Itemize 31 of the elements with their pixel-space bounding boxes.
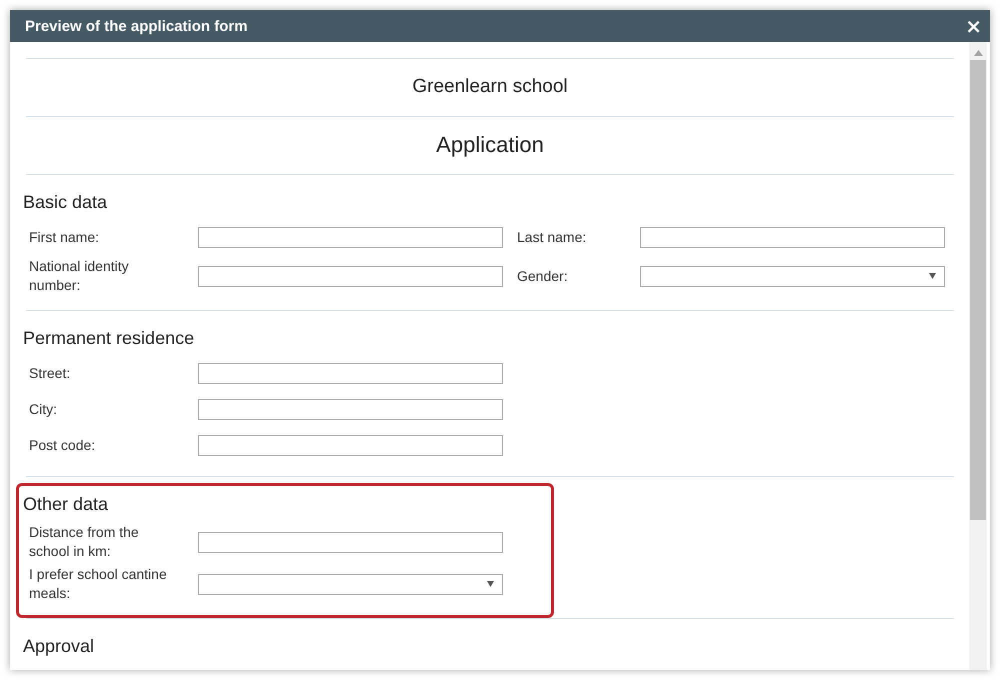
scroll-up-icon[interactable] [974,50,982,56]
section-title: Basic data [23,191,108,213]
input-field[interactable] [640,226,945,248]
section-title: Other data [23,493,110,515]
input-field[interactable] [198,398,503,420]
field-label: First name: [29,228,100,246]
caret-icon [487,581,494,587]
dropdown-field[interactable] [640,266,945,286]
field-label: National identity number: [29,257,130,295]
scrollbar-thumb[interactable] [970,60,986,520]
field-label: Street: [29,364,72,382]
input-field[interactable] [198,362,503,384]
field-label: Post code: [29,436,96,454]
field-label: I prefer school cantine meals: [29,565,168,603]
field-label: City: [29,400,58,418]
section-title: Approval [23,635,96,657]
field-label: Gender: [517,266,569,286]
caret-icon [929,273,936,279]
close-button[interactable]: × [963,16,984,36]
input-field[interactable] [198,266,503,286]
dialog-title: Preview of the application form [25,18,248,34]
dropdown-field[interactable] [198,574,503,594]
school-name: Greenlearn school [411,75,569,99]
field-label: Last name: [517,228,588,246]
scrollbar[interactable] [969,42,987,670]
form-title: Application [435,131,545,159]
input-field[interactable] [198,226,503,248]
input-field[interactable] [198,532,503,552]
field-label: Distance from the school in km: [29,523,140,561]
input-field[interactable] [198,434,503,456]
section-title: Permanent residence [23,327,196,349]
